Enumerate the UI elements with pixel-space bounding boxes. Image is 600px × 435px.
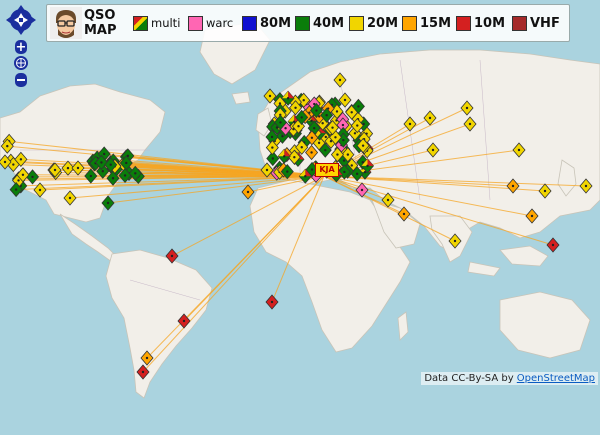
zoom-in-button[interactable]: +: [15, 40, 27, 55]
legend-label-vhf: VHF: [530, 16, 560, 31]
legend-label-warc: warc: [206, 16, 233, 30]
vhf-swatch: [512, 16, 527, 31]
openstreetmap-link[interactable]: OpenStreetMap: [517, 373, 595, 384]
legend-item-warc[interactable]: warc: [188, 13, 233, 33]
map-canvas[interactable]: [0, 0, 600, 431]
legend-label-80m: 80M: [260, 16, 291, 31]
legend-item-15m[interactable]: 15M: [402, 13, 451, 33]
legend-item-20m[interactable]: 20M: [349, 13, 398, 33]
15m-swatch: [402, 16, 417, 31]
map-attribution: Data CC-By-SA by OpenStreetMap: [421, 372, 598, 385]
operator-avatar-icon: [50, 7, 82, 39]
pan-control[interactable]: [6, 5, 36, 35]
10m-swatch: [456, 16, 471, 31]
home-station-label: KJA: [315, 163, 339, 177]
20m-swatch: [349, 16, 364, 31]
legend-title: QSO MAP: [84, 8, 117, 38]
legend-item-10m[interactable]: 10M: [456, 13, 505, 33]
legend-label-20m: 20M: [367, 16, 398, 31]
svg-text:+: +: [16, 40, 27, 55]
band-legend: QSO MAP multi warc 80M 40M 20M 15M 10M V…: [46, 4, 570, 42]
legend-title-line2: MAP: [84, 23, 117, 38]
world-map: [0, 0, 600, 431]
legend-item-40m[interactable]: 40M: [295, 13, 344, 33]
multi-swatch: [133, 16, 148, 31]
80m-swatch: [242, 16, 257, 31]
legend-label-10m: 10M: [474, 16, 505, 31]
legend-item-multi[interactable]: multi: [133, 13, 180, 33]
map-navigation: +: [3, 3, 39, 93]
legend-label-15m: 15M: [420, 16, 451, 31]
warc-swatch: [188, 16, 203, 31]
attribution-text: Data CC-By-SA by: [424, 373, 516, 384]
legend-label-40m: 40M: [313, 16, 344, 31]
40m-swatch: [295, 16, 310, 31]
legend-item-80m[interactable]: 80M: [242, 13, 291, 33]
globe-icon[interactable]: [14, 56, 28, 70]
legend-title-line1: QSO: [84, 8, 117, 23]
legend-label-multi: multi: [151, 16, 180, 30]
legend-item-vhf[interactable]: VHF: [512, 13, 560, 33]
zoom-out-button[interactable]: [15, 73, 27, 87]
